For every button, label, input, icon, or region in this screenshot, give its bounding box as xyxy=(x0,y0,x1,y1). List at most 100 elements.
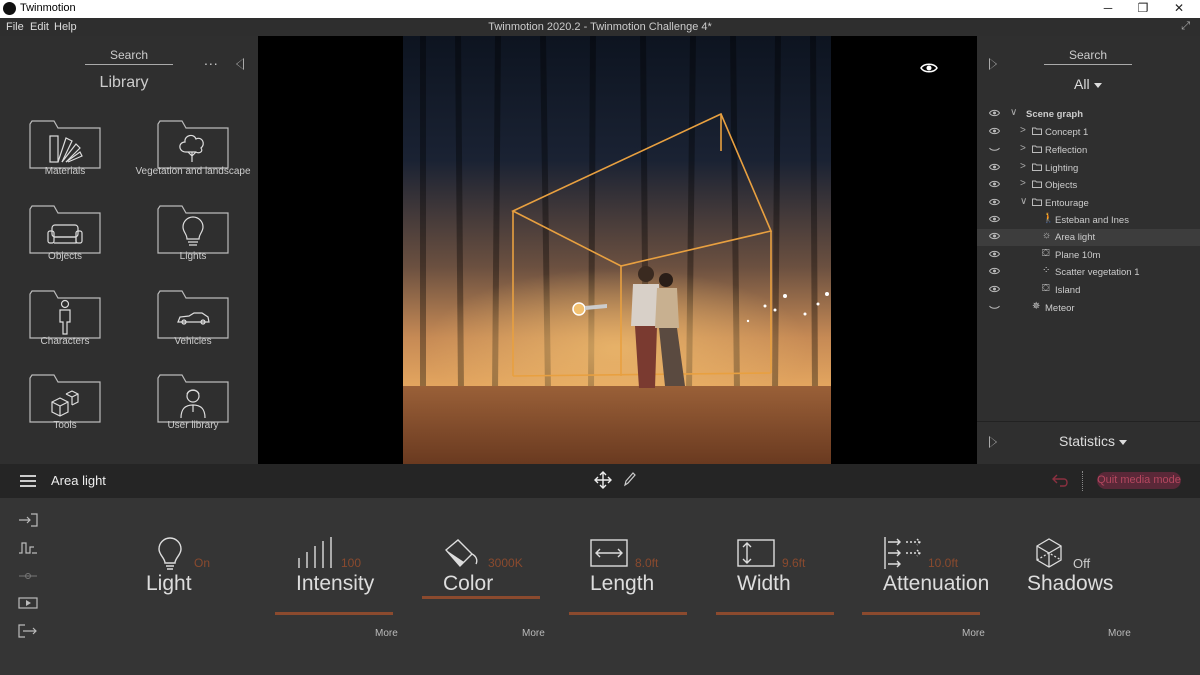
scene-search[interactable]: Search xyxy=(1044,48,1132,65)
statistics-section[interactable]: Statistics xyxy=(977,421,1200,464)
maximize-button[interactable]: ❐ xyxy=(1123,0,1163,18)
width-slider[interactable] xyxy=(716,612,834,615)
tree-item-lighting[interactable]: > Lighting xyxy=(977,160,1200,177)
attenuation-slider[interactable] xyxy=(862,612,980,615)
intensity-label: Intensity xyxy=(296,572,375,595)
export-icon[interactable] xyxy=(18,624,38,638)
eye-hidden-icon[interactable] xyxy=(989,303,1000,311)
attenuation-more-link[interactable]: More xyxy=(962,628,985,639)
chevron-right-icon[interactable]: > xyxy=(1020,161,1026,172)
intensity-bars-icon xyxy=(298,537,332,568)
attenuation-value: 10.0ft xyxy=(928,556,959,570)
folder-user-library[interactable]: User library xyxy=(128,372,258,450)
tree-item-label: Plane 10m xyxy=(1055,250,1101,261)
fullscreen-icon[interactable]: ⤢ xyxy=(1181,20,1190,33)
folder-lights[interactable]: Lights xyxy=(128,203,258,281)
sofa-icon xyxy=(29,205,101,254)
folder-icon xyxy=(1032,198,1042,206)
tree-item-label: Entourage xyxy=(1045,198,1089,209)
animation-icon[interactable] xyxy=(18,541,38,555)
eye-icon[interactable] xyxy=(989,267,1000,275)
expand-statistics-icon[interactable] xyxy=(989,436,997,448)
eye-icon[interactable] xyxy=(989,109,1000,117)
expand-panel-icon[interactable] xyxy=(989,58,997,70)
statistics-label: Statistics xyxy=(1059,433,1116,449)
car-icon xyxy=(157,290,229,339)
length-label: Length xyxy=(590,572,655,595)
twinmotion-logo-icon xyxy=(3,2,16,15)
user-icon xyxy=(157,374,229,423)
tree-item-plane[interactable]: ⛋ Plane 10m xyxy=(977,247,1200,264)
move-icon[interactable] xyxy=(594,471,612,489)
library-search[interactable]: Search xyxy=(85,48,173,65)
close-button[interactable]: ✕ xyxy=(1159,0,1199,18)
tree-item-scene-graph[interactable]: ∨ Scene graph xyxy=(977,106,1200,123)
shadows-more-link[interactable]: More xyxy=(1108,628,1131,639)
library-more-button[interactable]: ... xyxy=(204,52,219,68)
folder-label: Lights xyxy=(179,251,207,262)
folder-tools[interactable]: Tools xyxy=(0,372,130,450)
color-more-link[interactable]: More xyxy=(522,628,545,639)
3d-viewport[interactable] xyxy=(258,36,977,464)
folder-vehicles[interactable]: Vehicles xyxy=(128,288,258,366)
color-label: Color xyxy=(443,572,494,595)
folder-label: Characters xyxy=(40,336,90,347)
folder-vegetation[interactable]: Vegetation and landscape xyxy=(128,118,258,196)
bulb-icon xyxy=(158,537,182,570)
tree-item-island[interactable]: ⛋ Island xyxy=(977,282,1200,299)
pencil-icon[interactable] xyxy=(622,471,636,487)
menu-icon[interactable] xyxy=(20,475,36,490)
collapse-library-icon[interactable] xyxy=(236,58,244,70)
shadow-cube-icon xyxy=(1036,538,1062,568)
media-icon[interactable] xyxy=(18,596,38,610)
tree-item-reflection[interactable]: > Reflection xyxy=(977,142,1200,159)
chevron-right-icon[interactable]: > xyxy=(1020,143,1026,154)
eye-icon[interactable] xyxy=(989,250,1000,258)
color-slider[interactable] xyxy=(422,596,540,599)
eye-icon[interactable] xyxy=(989,285,1000,293)
chevron-down-icon[interactable]: ∨ xyxy=(1010,107,1017,118)
tree-item-objects[interactable]: > Objects xyxy=(977,177,1200,194)
folder-materials[interactable]: Materials xyxy=(0,118,130,196)
visibility-eye-icon[interactable] xyxy=(920,62,938,74)
folder-objects[interactable]: Objects xyxy=(0,203,130,281)
chevron-right-icon[interactable]: > xyxy=(1020,178,1026,189)
eye-icon[interactable] xyxy=(989,198,1000,206)
app-title: Twinmotion xyxy=(20,2,76,14)
import-icon[interactable] xyxy=(18,513,38,527)
chevron-right-icon[interactable]: > xyxy=(1020,125,1026,136)
chevron-down-icon xyxy=(1093,82,1102,88)
folder-label: Materials xyxy=(44,166,86,177)
chevron-down-icon[interactable]: ∨ xyxy=(1020,196,1027,207)
eye-icon[interactable] xyxy=(989,180,1000,188)
length-slider[interactable] xyxy=(569,612,687,615)
eye-icon[interactable] xyxy=(989,215,1000,223)
scene-render xyxy=(403,36,831,464)
tree-item-label: Lighting xyxy=(1045,163,1079,174)
folder-icon xyxy=(1032,145,1042,153)
statistics-dropdown[interactable]: Statistics xyxy=(1059,433,1128,449)
filter-dropdown[interactable]: All xyxy=(1074,76,1102,92)
eye-hidden-icon[interactable] xyxy=(989,145,1000,153)
intensity-slider[interactable] xyxy=(275,612,393,615)
tree-item-scatter-vegetation[interactable]: ⁘ Scatter vegetation 1 xyxy=(977,264,1200,281)
tree-item-concept[interactable]: > Concept 1 xyxy=(977,124,1200,141)
eye-icon[interactable] xyxy=(989,163,1000,171)
intensity-more-link[interactable]: More xyxy=(375,628,398,639)
tree-item-meteor[interactable]: ✵ Meteor xyxy=(977,300,1200,317)
quit-media-mode-button[interactable]: Quit media mode xyxy=(1097,472,1181,489)
undo-icon[interactable] xyxy=(1052,473,1070,487)
tree-item-label: Island xyxy=(1055,285,1081,296)
property-light[interactable]: On Light xyxy=(140,534,260,644)
eye-icon[interactable] xyxy=(989,127,1000,135)
property-length[interactable]: 8.0ft Length xyxy=(569,534,689,644)
folder-characters[interactable]: Characters xyxy=(0,288,130,366)
tree-item-area-light[interactable]: ☼ Area light xyxy=(977,229,1200,246)
minimize-button[interactable]: ─ xyxy=(1088,0,1128,18)
library-title: Library xyxy=(99,74,149,91)
eye-icon[interactable] xyxy=(989,232,1000,240)
path-icon[interactable] xyxy=(18,569,38,583)
tree-item-esteban-ines[interactable]: 🚶 Esteban and Ines xyxy=(977,212,1200,229)
property-width[interactable]: 9.6ft Width xyxy=(716,534,836,644)
tree-item-entourage[interactable]: ∨ Entourage xyxy=(977,195,1200,212)
